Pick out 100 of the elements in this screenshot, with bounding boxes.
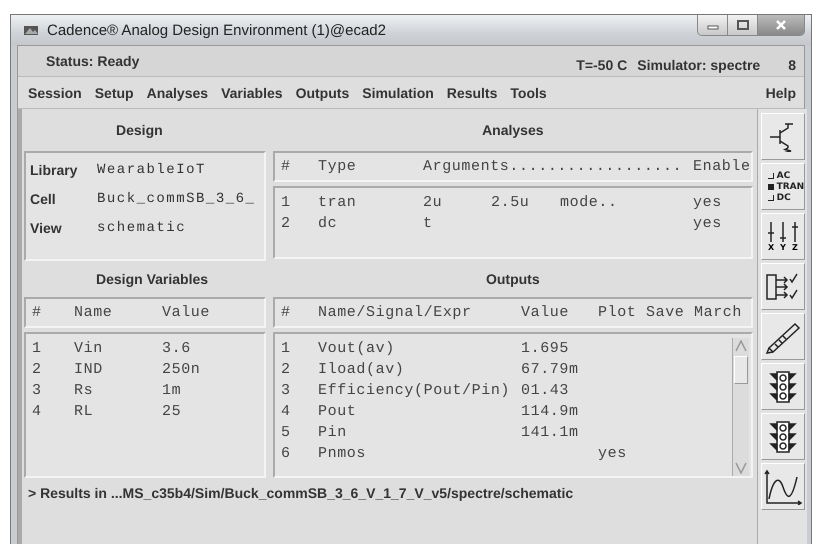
results-path: > Results in ...MS_c35b4/Sim/Buck_commSB_3_6_V_1_7_V_v5/spectre/schematic <box>27 484 574 503</box>
table-cell-text: Pin <box>318 424 348 441</box>
table-cell-text: 6 <box>281 445 292 462</box>
section-heading: Analyses <box>481 121 545 140</box>
option-mark[interactable] <box>768 194 774 200</box>
column-header: Arguments.................. <box>423 158 684 175</box>
table-cell-text: 2 <box>32 361 43 378</box>
option-mark[interactable] <box>768 184 774 190</box>
menu-item[interactable]: Simulation <box>362 84 434 100</box>
table-cell-text: 67.79m <box>521 361 580 378</box>
table-cell-text: 4 <box>32 403 43 420</box>
table-cell-text: 3.6 <box>162 340 192 357</box>
table-cell-text: 250n <box>162 361 202 378</box>
table-cell-text: 2 <box>281 361 292 378</box>
table-cell-text: yes <box>598 445 628 462</box>
section-heading: Outputs <box>484 270 541 289</box>
table-cell-text: 3 <box>281 382 292 399</box>
table-cell-text: 141.1m <box>521 424 580 441</box>
table-cell-text: 1 <box>281 194 292 211</box>
graph-button[interactable] <box>760 463 806 510</box>
table-cell-text: Vin <box>74 340 104 357</box>
menu-item[interactable]: Tools <box>510 84 547 100</box>
column-header: Value <box>162 304 212 321</box>
field-value: WearableIoT <box>97 162 206 178</box>
column-header: # <box>281 158 292 175</box>
help-menu[interactable]: Help <box>766 84 796 100</box>
run-number: 8 <box>788 57 796 73</box>
maximize-button[interactable] <box>728 15 758 35</box>
analysis-selector[interactable]: AC TRAN DC <box>760 163 806 210</box>
table-cell-text: 01.43 <box>521 382 570 399</box>
table-cell-text: 2.5u <box>491 194 530 211</box>
traffic-light-icon <box>768 370 798 404</box>
menu-item[interactable]: Results <box>446 84 498 100</box>
field-label: View <box>30 220 63 236</box>
graph-icon <box>762 468 803 504</box>
menu-item[interactable]: Analyses <box>146 84 208 100</box>
outputs-button[interactable] <box>760 263 806 310</box>
minimize-button[interactable] <box>698 15 728 35</box>
menu-item[interactable]: Session <box>28 84 82 100</box>
field-label: Cell <box>30 191 57 207</box>
maximize-icon <box>736 20 748 30</box>
option-label[interactable]: TRAN <box>776 182 804 192</box>
window-title: Cadence® Analog Design Environment (1)@ecad2 <box>47 22 386 38</box>
table-cell-text: 2 <box>281 215 292 232</box>
column-header: March <box>694 304 744 321</box>
menu-item[interactable]: Variables <box>221 84 283 100</box>
table-cell-text: 1 <box>32 340 43 357</box>
menu-item[interactable]: Outputs <box>296 84 350 100</box>
column-header: Type <box>318 158 358 175</box>
table-cell-text: 3 <box>32 382 43 399</box>
sliders-icon <box>766 221 800 243</box>
column-header: Enable <box>693 158 751 175</box>
axis-label: Y <box>780 243 786 252</box>
table-cell-text: Pnmos <box>318 445 368 462</box>
traffic-light-button[interactable] <box>760 363 806 410</box>
app-icon <box>23 24 39 36</box>
table-cell-text: 25 <box>162 403 182 420</box>
traffic-light-button[interactable] <box>760 413 806 460</box>
option-mark[interactable] <box>768 172 774 178</box>
table-cell-text: 1m <box>162 382 182 399</box>
table-cell-text: Vout(av) <box>318 340 396 357</box>
table-cell-text: yes <box>693 194 723 211</box>
traffic-light-icon <box>768 420 798 454</box>
axis-label: Z <box>792 243 798 252</box>
table-cell-text: 2u <box>423 194 444 211</box>
table-cell-text: 1 <box>281 340 292 357</box>
temperature-text: T=-50 C <box>576 57 628 73</box>
field-value: schematic <box>97 220 186 236</box>
table-cell-text: Pout <box>318 403 358 420</box>
simulator-text: Simulator: spectre <box>637 57 760 73</box>
table-cell-text: 114.9m <box>521 403 580 420</box>
column-header: Save <box>646 304 686 321</box>
column-header: # <box>32 304 43 321</box>
transistor-button[interactable] <box>760 113 806 160</box>
pencil-button[interactable] <box>760 313 806 360</box>
axis-label: X <box>768 243 774 252</box>
table-cell-text: RL <box>74 403 94 420</box>
close-icon <box>775 20 787 30</box>
section-heading: Design Variables <box>95 270 210 289</box>
table-cell-text: 1.695 <box>521 340 570 357</box>
table-cell-text: 4 <box>281 403 292 420</box>
option-label[interactable]: AC <box>776 170 790 180</box>
close-button[interactable] <box>758 15 804 35</box>
table-cell-text: dc <box>318 215 338 232</box>
table-cell-text: t <box>423 215 434 232</box>
field-value: Buck_commSB_3_6_ <box>97 191 256 207</box>
table-cell-text: Efficiency(Pout/Pin) <box>318 382 512 399</box>
column-header: Name <box>74 304 114 321</box>
option-label[interactable]: DC <box>776 192 791 202</box>
section-heading: Design <box>115 121 164 140</box>
column-header: Plot <box>598 304 638 321</box>
scrollbar[interactable] <box>732 338 749 476</box>
table-cell-text: Iload(av) <box>318 361 406 378</box>
column-header: Name/Signal/Expr <box>318 304 473 321</box>
table-cell-text: 5 <box>281 424 292 441</box>
column-header: # <box>281 304 292 321</box>
table-cell-text: yes <box>693 215 723 232</box>
sliders-button[interactable]: X Y Z <box>760 213 806 260</box>
menu-item[interactable]: Setup <box>94 84 134 100</box>
scrollbar-thumb[interactable] <box>734 356 748 384</box>
